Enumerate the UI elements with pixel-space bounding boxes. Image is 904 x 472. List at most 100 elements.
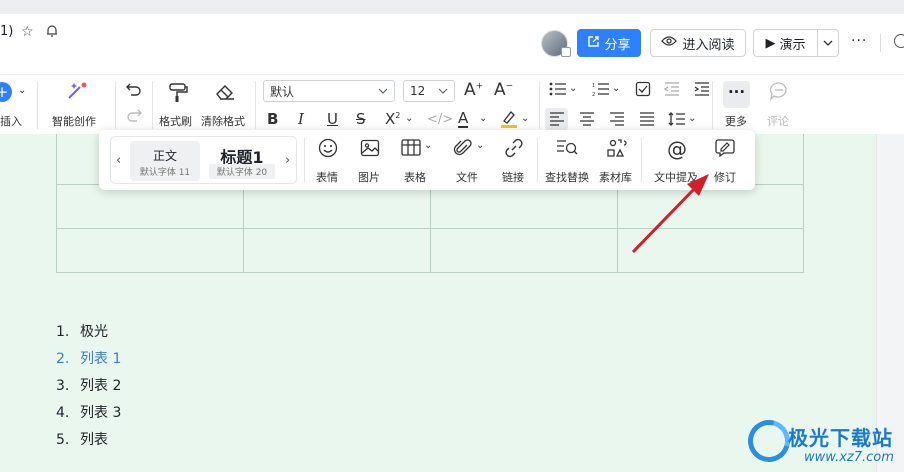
window-top-strip: [0, 0, 904, 14]
strikethrough-icon[interactable]: S: [356, 110, 366, 128]
chevron-down-icon[interactable]: ⌄: [569, 83, 577, 94]
table-border: [56, 134, 57, 272]
more-options-icon[interactable]: ···: [851, 33, 867, 49]
checkbox-list-icon[interactable]: [635, 81, 651, 101]
align-right-icon[interactable]: [609, 112, 625, 130]
style-heading-1[interactable]: 标题1 默认字体 20: [207, 141, 277, 181]
bold-icon[interactable]: B: [267, 110, 278, 128]
main-toolbar: + ⌄ 插入 智能创作 格式刷 清除格式 默认 12 A+ A− B I U S…: [0, 74, 904, 134]
divider: [37, 81, 38, 129]
divider: [304, 138, 305, 182]
underline-icon[interactable]: U: [327, 110, 338, 128]
insert-label[interactable]: 插入: [0, 113, 22, 129]
chevron-down-icon[interactable]: ⌄: [476, 140, 484, 151]
numbered-list-icon[interactable]: 12: [592, 82, 610, 100]
chevron-down-icon[interactable]: ⌄: [612, 83, 620, 94]
font-size-value: 12: [410, 84, 426, 98]
comment-label[interactable]: 评论: [767, 113, 789, 129]
find-replace-icon[interactable]: [556, 139, 578, 162]
avatar-badge-icon: [561, 47, 571, 57]
table-border: [56, 272, 804, 273]
table-icon[interactable]: [401, 139, 421, 162]
emoji-icon[interactable]: [318, 138, 338, 163]
align-left-icon[interactable]: [549, 112, 565, 130]
link-icon[interactable]: [504, 138, 524, 163]
star-icon[interactable]: ☆: [21, 24, 34, 40]
bell-icon[interactable]: [45, 24, 59, 41]
undo-icon[interactable]: [125, 81, 143, 101]
bullet-list-icon[interactable]: [549, 82, 567, 100]
format-painter-icon[interactable]: [167, 81, 189, 107]
clear-format-label[interactable]: 清除格式: [201, 113, 245, 129]
emoji-label[interactable]: 表情: [316, 169, 338, 185]
align-center-icon[interactable]: [579, 112, 595, 130]
chevron-down-icon[interactable]: ⌄: [521, 113, 529, 124]
chevron-down-icon[interactable]: [818, 40, 838, 46]
file-label[interactable]: 文件: [456, 169, 478, 185]
list-item[interactable]: 4. 列表 3: [56, 402, 121, 422]
chevron-down-icon[interactable]: ⌄: [18, 85, 26, 96]
italic-icon[interactable]: I: [298, 110, 304, 128]
table-border: [803, 134, 804, 272]
insert-plus-icon[interactable]: +: [0, 82, 12, 102]
indent-icon[interactable]: [694, 82, 710, 100]
paragraph-style-picker: ‹ 正文 默认字体 11 标题1 默认字体 20 ›: [110, 136, 297, 184]
divider: [115, 81, 116, 129]
magic-wand-icon[interactable]: [66, 81, 88, 105]
divider: [880, 34, 881, 52]
list-item[interactable]: 3. 列表 2: [56, 375, 121, 395]
divider: [537, 138, 538, 182]
style-body-text[interactable]: 正文 默认字体 11: [130, 141, 200, 181]
increase-font-size-icon[interactable]: A+: [464, 80, 483, 100]
chevron-down-icon[interactable]: ⌄: [479, 113, 487, 124]
list-item[interactable]: 5. 列表: [56, 429, 108, 449]
font-size-select[interactable]: 12: [403, 80, 455, 102]
find-replace-label[interactable]: 查找替换: [545, 169, 589, 185]
redo-icon[interactable]: [125, 107, 143, 127]
watermark-title: 极光下载站: [788, 426, 893, 450]
justify-icon[interactable]: [639, 112, 655, 130]
format-painter-label[interactable]: 格式刷: [159, 113, 192, 129]
present-main[interactable]: ▶ 演示: [754, 30, 818, 56]
outdent-icon[interactable]: [663, 82, 680, 100]
font-family-select[interactable]: 默认: [263, 80, 395, 102]
chevron-down-icon[interactable]: ⌄: [688, 113, 696, 124]
svg-text:2: 2: [592, 92, 595, 96]
more-icon[interactable]: ···: [723, 81, 750, 108]
play-icon: ▶: [765, 35, 776, 51]
chevron-left-icon[interactable]: ‹: [116, 153, 121, 168]
eraser-icon[interactable]: [214, 81, 236, 105]
image-label[interactable]: 图片: [358, 169, 380, 185]
chevron-down-icon[interactable]: ⌄: [424, 140, 432, 151]
history-icon[interactable]: [894, 34, 904, 48]
enter-reading-button[interactable]: 进入阅读: [650, 29, 746, 57]
ai-create-label[interactable]: 智能创作: [52, 113, 96, 129]
image-icon[interactable]: [360, 138, 380, 163]
at-mention-icon[interactable]: @: [667, 137, 687, 161]
present-button[interactable]: ▶ 演示: [753, 29, 839, 57]
eye-icon: [661, 35, 678, 51]
chevron-right-icon[interactable]: ›: [285, 153, 290, 168]
comment-icon[interactable]: [769, 81, 789, 105]
divider: [712, 81, 713, 129]
chevron-down-icon[interactable]: ⌄: [405, 113, 413, 124]
present-label: 演示: [779, 37, 806, 53]
share-button[interactable]: 分享: [577, 29, 641, 57]
decrease-font-size-icon[interactable]: A−: [494, 80, 513, 100]
chevron-down-icon: [438, 88, 448, 94]
code-icon[interactable]: </>: [427, 112, 453, 127]
divider: [255, 81, 256, 129]
annotation-arrow-icon: [631, 174, 709, 254]
table-label[interactable]: 表格: [404, 169, 426, 185]
more-label[interactable]: 更多: [725, 113, 747, 129]
list-item[interactable]: 1. 极光: [56, 321, 108, 341]
line-spacing-icon[interactable]: [668, 111, 686, 131]
link-label[interactable]: 链接: [502, 169, 524, 185]
watermark-url: www.xz7.com: [804, 450, 894, 465]
list-item[interactable]: 2. 列表 1: [56, 348, 121, 368]
document-title: 1): [0, 24, 14, 39]
attachment-icon[interactable]: [453, 138, 473, 163]
font-color-icon[interactable]: A: [458, 110, 469, 128]
divider: [152, 81, 153, 129]
superscript-icon[interactable]: X2: [385, 110, 400, 128]
